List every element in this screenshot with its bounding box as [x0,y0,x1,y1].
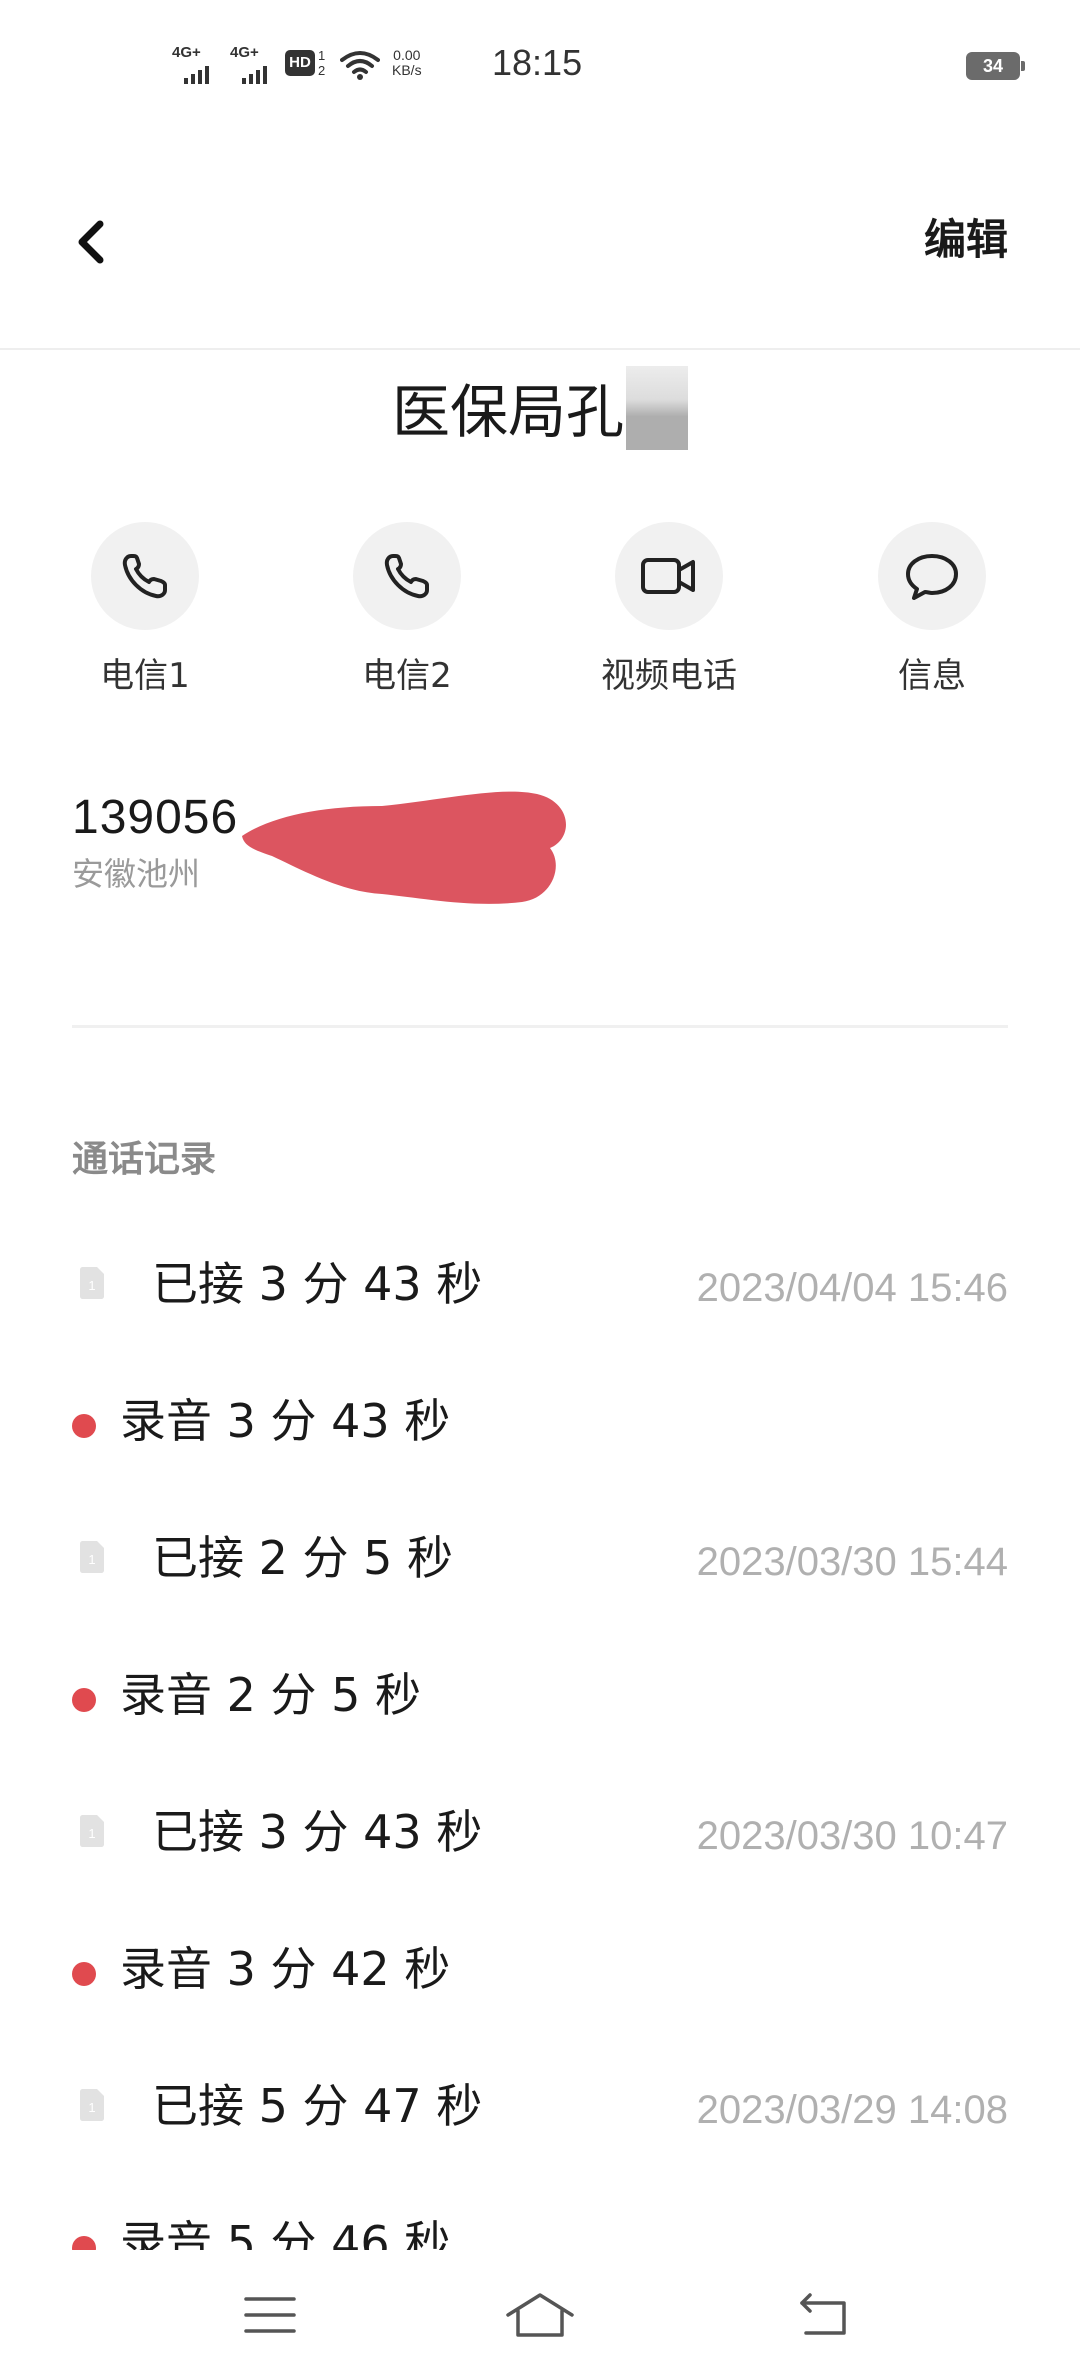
network-speed-unit: KB/s [392,62,422,78]
call-log-list: 1 已接 3 分 43 秒 2023/04/04 15:46 录音 3 分 43… [0,1220,1080,2250]
message-button[interactable]: 信息 [832,522,1032,697]
app-header: 编辑 [0,130,1080,350]
recording-dot-icon [72,1688,96,1712]
phone-icon [353,522,461,630]
back-button[interactable] [60,200,120,280]
call-timestamp: 2023/03/30 15:44 [696,1540,1008,1584]
home-button[interactable] [490,2280,590,2350]
recording-item[interactable]: 录音 3 分 42 秒 [0,1905,1080,2042]
recording-dot-icon [72,2236,96,2250]
network-speed-value: 0.00 [393,47,421,63]
svg-text:1: 1 [88,1826,95,1841]
status-bar: 4G+ 4G+ HD 1 2 0.00 KB/s 18:15 34 [0,0,1080,130]
recording-item[interactable]: 录音 3 分 43 秒 [0,1357,1080,1494]
call-sim1-label: 电信1 [100,656,190,696]
recording-dot-icon [72,1962,96,1986]
call-log-item[interactable]: 1 已接 3 分 43 秒 2023/03/30 10:47 [0,1768,1080,1905]
system-nav-bar [0,2250,1080,2376]
wifi-icon [340,50,380,80]
hd-sim2: 2 [318,63,326,78]
call-timestamp: 2023/03/29 14:08 [696,2088,1008,2132]
call-log-item[interactable]: 1 已接 2 分 5 秒 2023/03/30 15:44 [0,1494,1080,1631]
video-camera-icon [615,522,723,630]
sim-card-icon: 1 [80,1541,104,1573]
sim-card-icon: 1 [80,2089,104,2121]
contact-name-text: 医保局孔 [391,378,624,446]
edit-button[interactable]: 编辑 [924,200,1008,280]
recording-item[interactable]: 录音 2 分 5 秒 [0,1631,1080,1768]
call-timestamp: 2023/04/04 15:46 [696,1266,1008,1310]
call-sim2-button[interactable]: 电信2 [307,522,507,697]
chevron-left-icon [78,220,104,264]
message-bubble-icon [878,522,986,630]
network-speed: 0.00 KB/s [392,48,422,78]
svg-text:1: 1 [88,1278,95,1293]
call-log-title: 通话记录 [72,1139,217,1180]
hd-label: HD [285,50,315,76]
menu-icon [244,2297,296,2333]
blurred-name-redaction [626,366,688,450]
phone-number-entry[interactable]: 139056 安徽池州 [72,790,1008,950]
call-sim1-button[interactable]: 电信1 [45,522,245,697]
red-scribble-redaction [242,791,566,904]
battery-icon: 34 [966,52,1025,80]
call-duration: 已接 2 分 5 秒 [152,1531,454,1585]
return-icon [800,2293,846,2335]
header-divider [0,348,1080,350]
hd-voice-icon: HD 1 2 [285,48,331,78]
sim-card-icon: 1 [80,1267,104,1299]
home-icon [506,2293,574,2337]
call-log-item[interactable]: 1 已接 3 分 43 秒 2023/04/04 15:46 [0,1220,1080,1357]
call-log-item[interactable]: 1 已接 5 分 47 秒 2023/03/29 14:08 [0,2042,1080,2179]
svg-text:1: 1 [88,2100,95,2115]
menu-button[interactable] [220,2280,320,2350]
network-type-label: 4G+ [172,44,201,61]
phone-icon [91,522,199,630]
recording-duration: 录音 2 分 5 秒 [120,1668,422,1722]
recording-duration: 录音 3 分 42 秒 [120,1942,451,1996]
recording-duration: 录音 3 分 43 秒 [120,1394,451,1448]
call-duration: 已接 3 分 43 秒 [152,1257,483,1311]
call-sim2-label: 电信2 [362,656,452,696]
recording-dot-icon [72,1414,96,1438]
svg-text:1: 1 [88,1552,95,1567]
clock: 18:15 [492,42,583,83]
recording-duration: 录音 5 分 46 秒 [120,2216,451,2250]
message-label: 信息 [898,656,966,696]
network-type-label-2: 4G+ [230,44,259,61]
recording-item[interactable]: 录音 5 分 46 秒 [0,2179,1080,2250]
call-duration: 已接 5 分 47 秒 [152,2079,483,2133]
video-call-label: 视频电话 [601,656,737,696]
hd-sim1: 1 [318,48,326,63]
cellular-signal-icon: 4G+ [172,44,209,84]
call-timestamp: 2023/03/30 10:47 [696,1814,1008,1858]
section-divider [72,1025,1008,1028]
contact-name: 医保局孔 [0,365,1080,450]
back-nav-button[interactable] [772,2280,872,2350]
call-duration: 已接 3 分 43 秒 [152,1805,483,1859]
cellular-signal-icon-2: 4G+ [230,44,267,84]
sim-card-icon: 1 [80,1815,104,1847]
contact-actions: 电信1 电信2 视频电话 信息 [0,522,1080,702]
video-call-button[interactable]: 视频电话 [569,522,769,697]
